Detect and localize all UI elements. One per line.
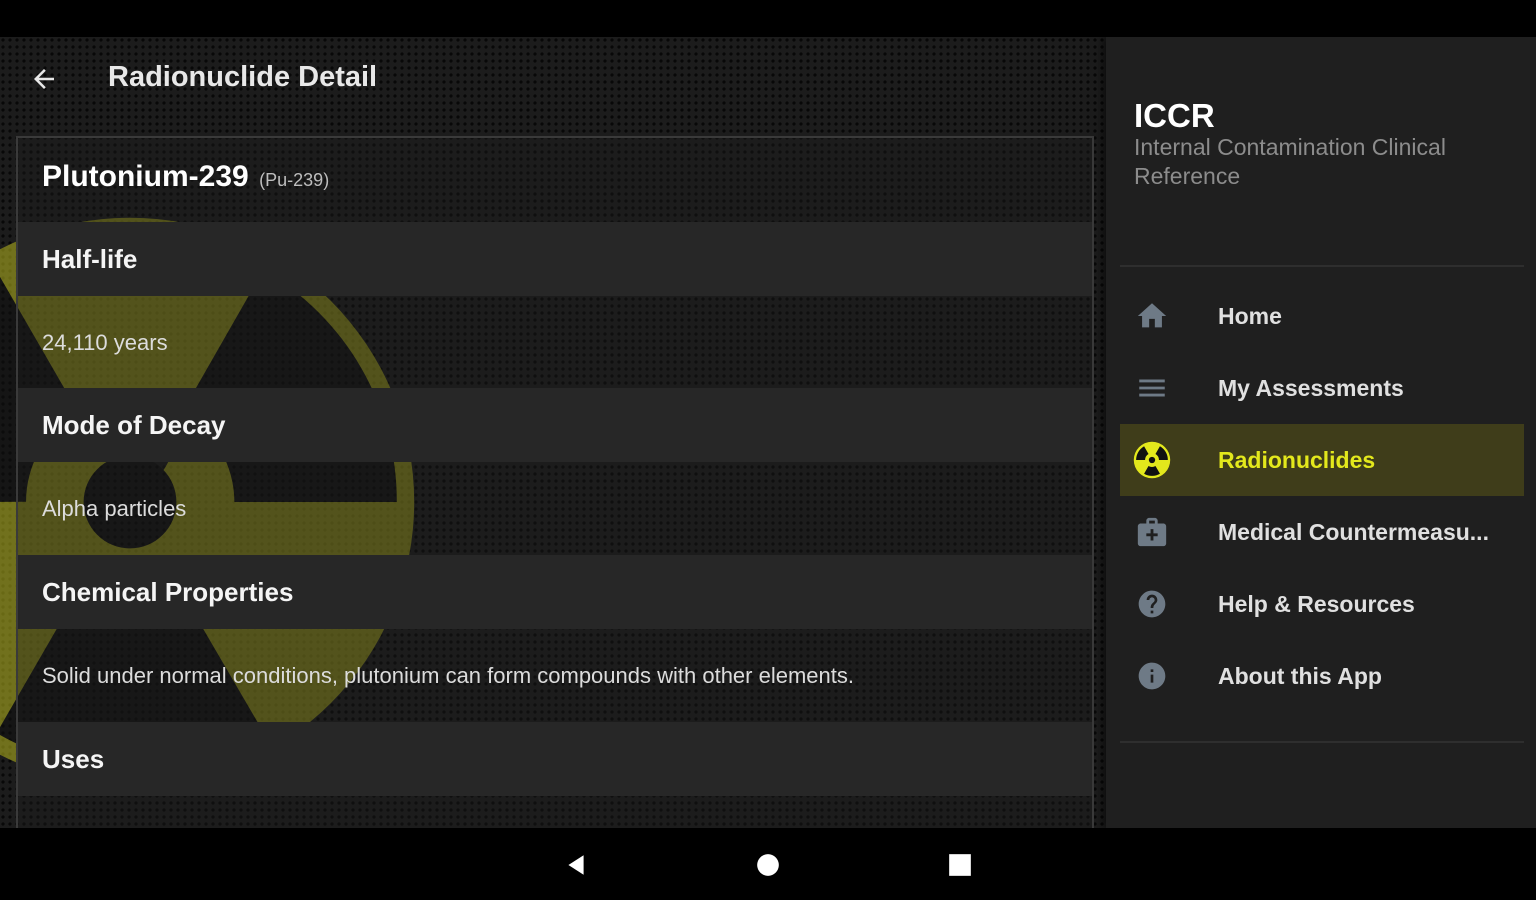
nav-item-label: About this App — [1218, 662, 1382, 689]
nav-item-label: Medical Countermeasu... — [1218, 518, 1489, 545]
back-triangle-icon — [568, 855, 584, 875]
nav-item-label: Help & Resources — [1218, 590, 1415, 617]
nav-item-medical-countermeasures[interactable]: Medical Countermeasu... — [1120, 496, 1524, 568]
half-life-heading: Half-life — [18, 222, 1092, 296]
home-circle-icon — [757, 854, 779, 876]
info-icon — [1132, 656, 1172, 696]
home-icon — [1132, 296, 1172, 336]
app-bar: Radionuclide Detail — [0, 37, 1106, 121]
recents-square-icon — [949, 854, 971, 876]
arrow-back-icon — [34, 69, 54, 89]
nav-item-label: Radionuclides — [1218, 446, 1376, 473]
nav-item-home[interactable]: Home — [1120, 280, 1524, 352]
mode-of-decay-heading: Mode of Decay — [18, 388, 1092, 462]
nuclide-symbol: (Pu-239) — [259, 170, 330, 190]
list-icon — [1132, 368, 1172, 408]
drawer-subtitle: Internal Contamination Clinical Referenc… — [1134, 134, 1446, 189]
nav-item-help-resources[interactable]: Help & Resources — [1120, 568, 1524, 640]
radiation-icon — [1132, 440, 1172, 480]
main-content: Radionuclide Detail Plutonium-239 (Pu-23… — [0, 37, 1106, 828]
half-life-value: 24,110 years — [42, 330, 168, 355]
medical-kit-icon — [1132, 512, 1172, 552]
nav-item-radionuclides[interactable]: Radionuclides — [1120, 424, 1524, 496]
nav-item-label: Home — [1218, 302, 1282, 329]
nav-item-my-assessments[interactable]: My Assessments — [1120, 352, 1524, 424]
page-title: Radionuclide Detail — [108, 61, 378, 93]
radionuclide-detail-card: Plutonium-239 (Pu-239) Half-life 24,110 … — [16, 136, 1094, 828]
system-home-button[interactable] — [753, 850, 783, 880]
nuclide-name: Plutonium-239 — [42, 160, 249, 193]
nuclide-header: Plutonium-239 (Pu-239) — [42, 160, 329, 194]
back-button[interactable] — [24, 59, 64, 99]
drawer-divider — [1120, 741, 1524, 743]
chemical-properties-heading: Chemical Properties — [18, 555, 1092, 629]
status-bar — [0, 0, 1536, 37]
system-navigation-bar — [0, 828, 1536, 900]
drawer-title: ICCR — [1134, 97, 1215, 134]
uses-heading: Uses — [18, 722, 1092, 796]
mode-of-decay-value: Alpha particles — [42, 496, 187, 521]
help-icon — [1132, 584, 1172, 624]
nav-item-about[interactable]: About this App — [1120, 640, 1524, 712]
drawer-divider — [1120, 265, 1524, 267]
chemical-properties-value: Solid under normal conditions, plutonium… — [42, 663, 854, 688]
navigation-drawer: ICCR Internal Contamination Clinical Ref… — [1106, 37, 1536, 828]
nav-item-label: My Assessments — [1218, 374, 1404, 401]
system-back-button[interactable] — [561, 850, 591, 880]
system-recents-button[interactable] — [945, 850, 975, 880]
